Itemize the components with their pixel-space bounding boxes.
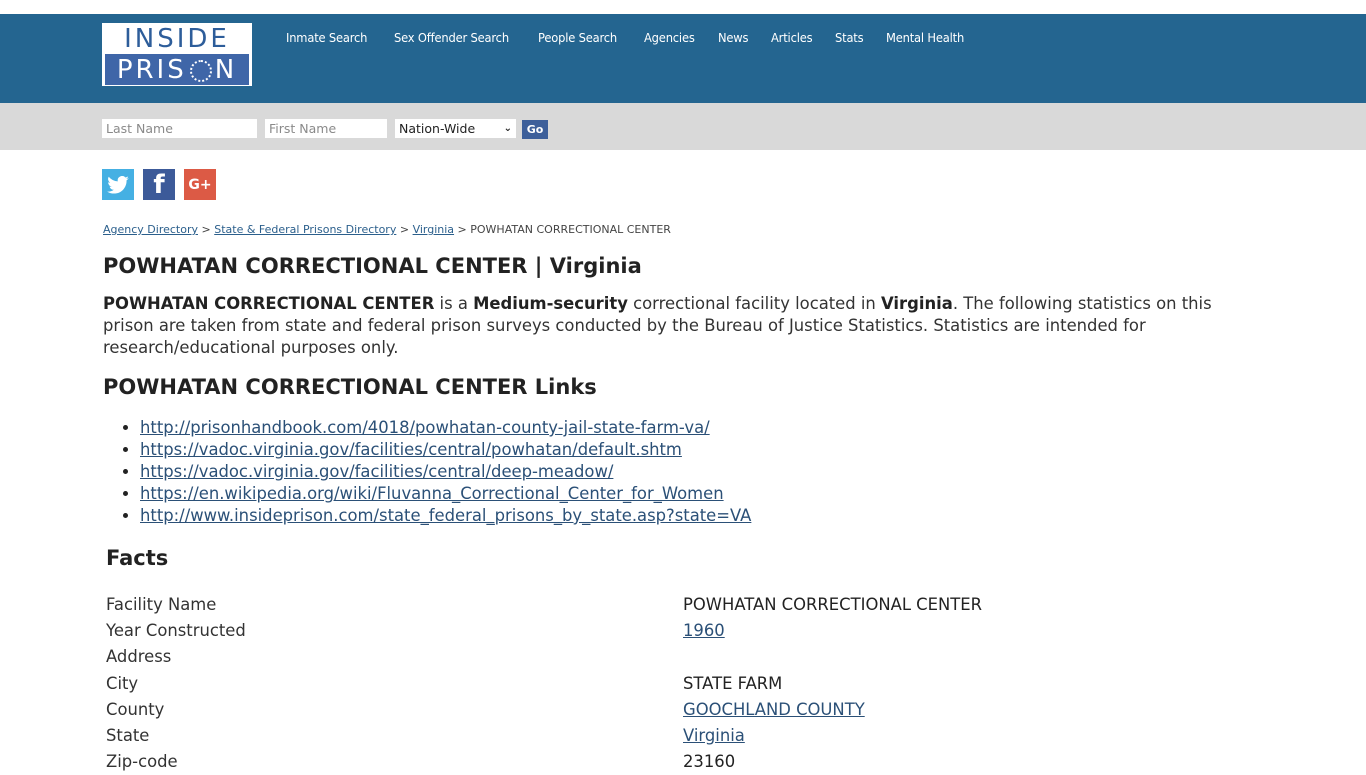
breadcrumb: Agency Directory > State & Federal Priso… bbox=[103, 223, 671, 236]
external-link[interactable]: https://vadoc.virginia.gov/facilities/ce… bbox=[140, 440, 682, 459]
table-row: Year Constructed 1960 bbox=[106, 617, 1256, 643]
state-link[interactable]: Virginia bbox=[683, 726, 745, 745]
nav-sex-offender-search[interactable]: Sex Offender Search bbox=[394, 30, 509, 45]
table-row: Facility Name POWHATAN CORRECTIONAL CENT… bbox=[106, 591, 1256, 617]
logo-bottom-post: N bbox=[214, 54, 238, 85]
nav-news[interactable]: News bbox=[718, 30, 749, 45]
fact-label: County bbox=[106, 699, 165, 719]
table-row: Address bbox=[106, 644, 1256, 670]
fact-value: POWHATAN CORRECTIONAL CENTER bbox=[683, 594, 982, 614]
intro-paragraph: POWHATAN CORRECTIONAL CENTER is a Medium… bbox=[103, 293, 1223, 359]
nav-mental-health[interactable]: Mental Health bbox=[886, 30, 964, 45]
breadcrumb-virginia[interactable]: Virginia bbox=[413, 223, 454, 236]
nav-stats[interactable]: Stats bbox=[835, 30, 864, 45]
external-link[interactable]: http://prisonhandbook.com/4018/powhatan-… bbox=[140, 418, 710, 437]
page-title: POWHATAN CORRECTIONAL CENTER | Virginia bbox=[103, 254, 642, 278]
nav-agencies[interactable]: Agencies bbox=[644, 30, 695, 45]
logo-top-text: INSIDE bbox=[124, 24, 230, 54]
table-row: City STATE FARM bbox=[106, 670, 1256, 696]
county-link[interactable]: GOOCHLAND COUNTY bbox=[683, 700, 865, 719]
external-link[interactable]: https://en.wikipedia.org/wiki/Fluvanna_C… bbox=[140, 484, 724, 503]
scope-select-value: Nation-Wide bbox=[399, 121, 476, 136]
fact-label: Year Constructed bbox=[106, 620, 246, 640]
breadcrumb-agency-directory[interactable]: Agency Directory bbox=[103, 223, 198, 236]
intro-text-1: is a bbox=[434, 294, 474, 313]
links-list: http://prisonhandbook.com/4018/powhatan-… bbox=[103, 417, 751, 527]
logo-bottom-pre: PRIS bbox=[116, 54, 187, 85]
nav-people-search[interactable]: People Search bbox=[538, 30, 617, 45]
external-link[interactable]: https://vadoc.virginia.gov/facilities/ce… bbox=[140, 462, 613, 481]
top-spacer bbox=[0, 0, 1366, 14]
facts-heading: Facts bbox=[106, 546, 169, 570]
breadcrumb-separator: > bbox=[201, 223, 211, 236]
list-item: http://www.insideprison.com/state_federa… bbox=[140, 505, 751, 527]
fact-value: 23160 bbox=[683, 752, 736, 772]
google-plus-share-button[interactable]: G+ bbox=[184, 169, 216, 200]
facebook-share-button[interactable]: f bbox=[143, 169, 175, 200]
list-item: http://prisonhandbook.com/4018/powhatan-… bbox=[140, 417, 751, 439]
fact-value: 1960 bbox=[683, 621, 725, 640]
fact-label: State bbox=[106, 726, 150, 746]
table-row: County GOOCHLAND COUNTY bbox=[106, 696, 1256, 722]
fact-value: Virginia bbox=[683, 726, 745, 745]
intro-security-level: Medium-security bbox=[473, 294, 628, 313]
fact-label: Facility Name bbox=[106, 594, 217, 614]
fact-value: STATE FARM bbox=[683, 673, 783, 693]
fact-label: City bbox=[106, 673, 139, 693]
fact-label: Zip-code bbox=[106, 752, 178, 772]
social-share: f G+ bbox=[102, 169, 216, 200]
twitter-icon bbox=[107, 175, 129, 194]
intro-facility-name: POWHATAN CORRECTIONAL CENTER bbox=[103, 294, 435, 313]
intro-text-2: correctional facility located in bbox=[627, 294, 882, 313]
list-item: https://vadoc.virginia.gov/facilities/ce… bbox=[140, 439, 751, 461]
breadcrumb-separator: > bbox=[457, 223, 467, 236]
site-logo[interactable]: INSIDE PRIS N bbox=[102, 23, 252, 86]
search-bar: Nation-Wide ⌄ Go bbox=[0, 103, 1366, 150]
fact-value: GOOCHLAND COUNTY bbox=[683, 700, 865, 719]
fact-label: Address bbox=[106, 647, 172, 667]
facts-table: Facility Name POWHATAN CORRECTIONAL CENT… bbox=[106, 591, 1256, 775]
nav-articles[interactable]: Articles bbox=[771, 30, 813, 45]
breadcrumb-separator: > bbox=[399, 223, 410, 236]
intro-state: Virginia bbox=[881, 294, 953, 313]
google-plus-icon: G+ bbox=[188, 176, 212, 193]
scope-select[interactable]: Nation-Wide ⌄ bbox=[395, 119, 516, 138]
first-name-input[interactable] bbox=[265, 119, 387, 138]
go-button[interactable]: Go bbox=[522, 120, 548, 139]
links-heading: POWHATAN CORRECTIONAL CENTER Links bbox=[103, 375, 597, 399]
breadcrumb-current: POWHATAN CORRECTIONAL CENTER bbox=[470, 223, 671, 236]
table-row: Zip-code 23160 bbox=[106, 749, 1256, 775]
site-header: INSIDE PRIS N Inmate Search Sex Offender … bbox=[0, 14, 1366, 103]
chevron-down-icon: ⌄ bbox=[503, 123, 512, 134]
main-nav: Inmate Search Sex Offender Search People… bbox=[286, 30, 990, 45]
last-name-input[interactable] bbox=[102, 119, 257, 138]
facebook-icon: f bbox=[153, 170, 165, 200]
breadcrumb-state-federal-prisons[interactable]: State & Federal Prisons Directory bbox=[214, 223, 396, 236]
twitter-share-button[interactable] bbox=[102, 169, 134, 200]
list-item: https://vadoc.virginia.gov/facilities/ce… bbox=[140, 461, 751, 483]
table-row: State Virginia bbox=[106, 722, 1256, 748]
external-link[interactable]: http://www.insideprison.com/state_federa… bbox=[140, 506, 751, 525]
barbed-wire-o-icon bbox=[189, 59, 212, 82]
list-item: https://en.wikipedia.org/wiki/Fluvanna_C… bbox=[140, 483, 751, 505]
logo-bottom-text: PRIS N bbox=[105, 54, 249, 85]
nav-inmate-search[interactable]: Inmate Search bbox=[286, 30, 367, 45]
year-constructed-link[interactable]: 1960 bbox=[683, 621, 725, 640]
